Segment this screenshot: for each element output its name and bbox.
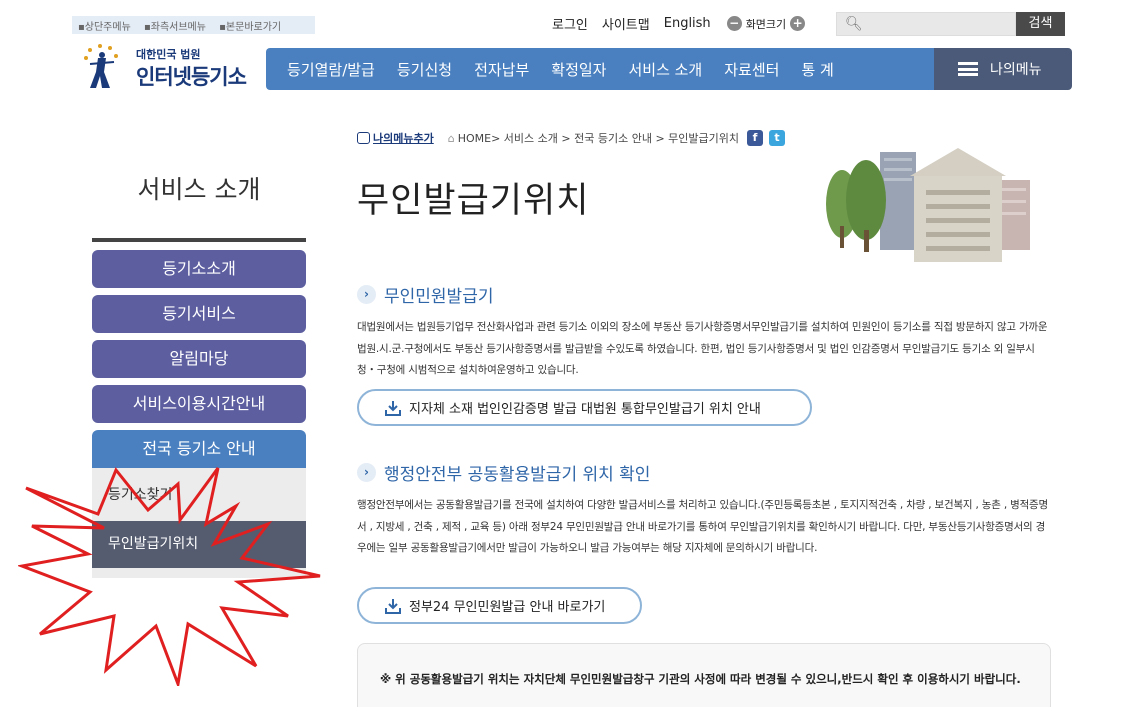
section-body-kiosk: 대법원에서는 법원등기업무 전산화사업과 관련 등기소 이외의 장소에 부동산 … bbox=[357, 321, 1048, 376]
kiosk-location-button[interactable]: 지자체 소재 법인인감증명 발급 대법원 통합무인발급기 위치 안내 bbox=[357, 389, 812, 426]
lnb-sub-item-kiosk-location[interactable]: 무인발급기위치 bbox=[92, 521, 306, 568]
english-link[interactable]: English bbox=[664, 16, 711, 31]
lnb-title: 서비스 소개 bbox=[137, 175, 261, 204]
skip-links: ▪상단주메뉴 ▪좌측서브메뉴 ▪본문바로가기 bbox=[72, 16, 315, 34]
search-icon: 🔍︎ bbox=[845, 16, 863, 32]
lnb-item-notices[interactable]: 알림마당 bbox=[92, 340, 306, 378]
home-icon[interactable]: ⌂ bbox=[448, 132, 455, 145]
search-input[interactable] bbox=[865, 15, 1005, 33]
breadcrumb: 나의메뉴추가 ⌂ HOME> 서비스 소개 > 전국 등기소 안내 > 무인발급… bbox=[357, 130, 785, 146]
utility-bar: 로그인 사이트맵 English − 화면크기 + bbox=[552, 14, 806, 33]
breadcrumb-path: HOME> 서비스 소개 > 전국 등기소 안내 > 무인발급기위치 bbox=[457, 132, 739, 145]
gnb-item-apply[interactable]: 등기신청 bbox=[397, 59, 452, 80]
twitter-icon[interactable]: t bbox=[769, 130, 785, 146]
zoom-control: − 화면크기 + bbox=[726, 16, 806, 32]
section-body-mois: 행정안전부에서는 공동활용발급기를 전국에 설치하여 다양한 발급서비스를 처리… bbox=[357, 499, 1048, 554]
skip-link-gnb[interactable]: ▪상단주메뉴 bbox=[78, 22, 136, 33]
download-icon bbox=[385, 400, 401, 416]
chevron-right-icon: › bbox=[357, 463, 376, 482]
search-box: 🔍︎ bbox=[836, 12, 1016, 36]
skip-link-content[interactable]: ▪본문바로가기 bbox=[219, 22, 286, 33]
lnb-item-office-guide[interactable]: 전국 등기소 안내 bbox=[92, 430, 306, 468]
site-logo[interactable]: 대한민국 법원 인터넷등기소 bbox=[80, 42, 260, 92]
search-button[interactable]: 검색 bbox=[1016, 12, 1065, 36]
my-menu-label: 나의메뉴 bbox=[990, 62, 1042, 78]
lnb-sub-item-find-office[interactable]: 등기소찾기 bbox=[108, 484, 172, 504]
lnb-item-office-intro[interactable]: 등기소소개 bbox=[92, 250, 306, 288]
download-icon bbox=[385, 598, 401, 614]
lnb-divider bbox=[92, 238, 306, 242]
login-link[interactable]: 로그인 bbox=[552, 14, 588, 33]
section-title-mois: › 행정안전부 공동활용발급기 위치 확인 bbox=[357, 460, 650, 485]
skip-link-lnb[interactable]: ▪좌측서브메뉴 bbox=[144, 22, 211, 33]
gnb-item-fixed-date[interactable]: 확정일자 bbox=[551, 59, 606, 80]
section-title-kiosk: › 무인민원발급기 bbox=[357, 282, 493, 307]
add-my-menu-link[interactable]: 나의메뉴추가 bbox=[373, 130, 434, 146]
gov24-link-button[interactable]: 정부24 무인민원발급 안내 바로가기 bbox=[357, 587, 642, 624]
check-icon bbox=[357, 132, 370, 144]
facebook-icon[interactable]: f bbox=[747, 130, 763, 146]
logo-title: 인터넷등기소 bbox=[136, 65, 247, 89]
building-illustration bbox=[826, 148, 1030, 262]
lnb-item-service-hours[interactable]: 서비스이용시간안내 bbox=[92, 385, 306, 423]
main-navigation: 등기열람/발급 등기신청 전자납부 확정일자 서비스 소개 자료센터 통 계 bbox=[266, 48, 934, 90]
chevron-right-icon: › bbox=[357, 285, 376, 304]
sitemap-link[interactable]: 사이트맵 bbox=[602, 14, 650, 33]
gnb-item-view-issue[interactable]: 등기열람/발급 bbox=[287, 59, 375, 80]
gnb-item-resources[interactable]: 자료센터 bbox=[724, 59, 779, 80]
zoom-out-icon[interactable]: − bbox=[726, 16, 742, 31]
page-title: 무인발급기위치 bbox=[357, 181, 590, 221]
hamburger-icon bbox=[958, 62, 978, 76]
lnb-item-services[interactable]: 등기서비스 bbox=[92, 295, 306, 333]
gnb-item-statistics[interactable]: 통 계 bbox=[801, 59, 833, 80]
gnb-item-payment[interactable]: 전자납부 bbox=[474, 59, 529, 80]
logo-subtitle: 대한민국 법원 bbox=[136, 48, 201, 61]
zoom-label: 화면크기 bbox=[745, 17, 787, 31]
court-emblem-icon bbox=[84, 44, 118, 88]
zoom-in-icon[interactable]: + bbox=[790, 16, 806, 31]
gnb-item-service-intro[interactable]: 서비스 소개 bbox=[628, 59, 702, 80]
my-menu-button[interactable]: 나의메뉴 bbox=[934, 48, 1072, 90]
notice-box: ※ 위 공동활용발급기 위치는 자치단체 무인민원발급창구 기관의 사정에 따라… bbox=[357, 643, 1051, 707]
